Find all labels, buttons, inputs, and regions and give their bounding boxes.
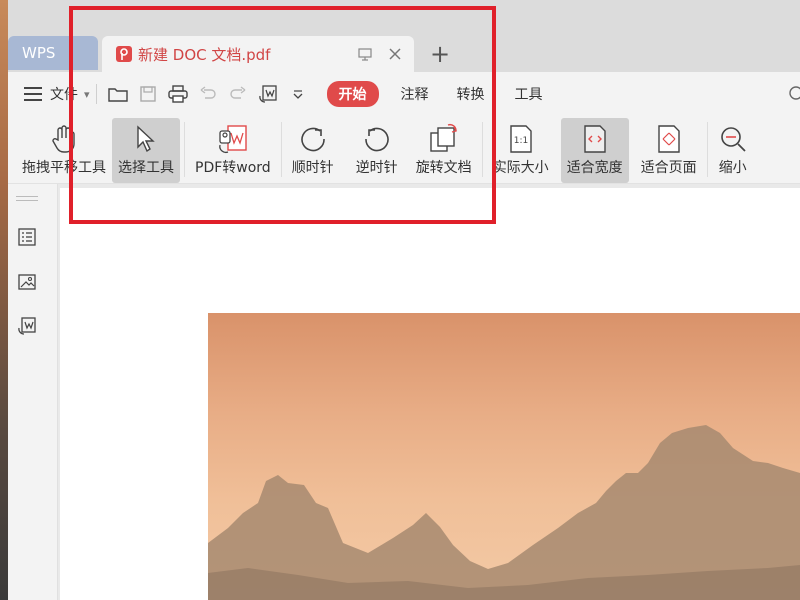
rotate-clockwise-label: 顺时针 bbox=[291, 160, 334, 176]
sidebar-grip[interactable] bbox=[16, 196, 38, 204]
mountain-landscape-image bbox=[208, 313, 800, 600]
tab-convert[interactable]: 转换 bbox=[457, 84, 485, 104]
save-icon[interactable] bbox=[133, 79, 163, 109]
divider bbox=[95, 84, 97, 104]
fit-width-label: 适合宽度 bbox=[566, 160, 623, 176]
rotate-doc-icon bbox=[428, 121, 460, 157]
chevron-down-icon[interactable]: ▾ bbox=[84, 88, 90, 101]
fit-page-icon bbox=[656, 121, 682, 157]
pdf-to-word-label: PDF转word bbox=[195, 160, 271, 176]
pdf-file-icon bbox=[116, 46, 132, 62]
wps-pdf-window: WPS 新建 DOC 文档.pdf + 文件 ▾ 开始 注释 转换 工具 拖拽平… bbox=[8, 0, 800, 600]
pdf-page bbox=[60, 188, 800, 600]
rotate-counterclockwise-button[interactable]: 逆时针 bbox=[350, 118, 404, 183]
document-canvas[interactable] bbox=[58, 184, 800, 600]
hamburger-menu-icon[interactable] bbox=[24, 87, 42, 101]
rotate-clockwise-button[interactable]: 顺时针 bbox=[286, 118, 340, 183]
divider bbox=[481, 122, 483, 177]
pdf-to-word-icon bbox=[216, 121, 250, 157]
search-icon[interactable] bbox=[788, 85, 800, 105]
menu-bar: 文件 ▾ 开始 注释 转换 工具 bbox=[8, 72, 800, 116]
tab-tools[interactable]: 工具 bbox=[515, 84, 543, 104]
rotate-document-label: 旋转文档 bbox=[415, 160, 472, 176]
select-tool-label: 选择工具 bbox=[118, 160, 174, 176]
thumbnail-image-icon[interactable] bbox=[16, 271, 38, 293]
select-tool-button[interactable]: 选择工具 bbox=[112, 118, 180, 183]
zoom-out-button[interactable]: 缩小 bbox=[712, 118, 754, 183]
undo-icon[interactable] bbox=[193, 79, 223, 109]
rotate-counterclockwise-label: 逆时针 bbox=[355, 160, 398, 176]
outline-icon[interactable] bbox=[16, 226, 38, 248]
fit-page-label: 适合页面 bbox=[640, 160, 697, 176]
actual-size-button[interactable]: 1:1 实际大小 bbox=[487, 118, 555, 183]
tab-wps-home[interactable]: WPS bbox=[8, 36, 98, 70]
export-word-icon[interactable] bbox=[253, 79, 283, 109]
divider bbox=[184, 122, 185, 177]
ribbon-toolbar: 拖拽平移工具 选择工具 PDF转word 顺时针 逆时针 旋转文档 1:1 实际… bbox=[8, 116, 800, 184]
tab-bar: WPS 新建 DOC 文档.pdf + bbox=[8, 0, 800, 72]
actual-size-icon: 1:1 bbox=[508, 121, 534, 157]
hand-icon bbox=[51, 121, 77, 157]
fit-page-button[interactable]: 适合页面 bbox=[635, 118, 703, 183]
desktop-background bbox=[0, 0, 8, 600]
left-sidebar bbox=[8, 184, 58, 600]
fit-width-icon bbox=[582, 121, 608, 157]
hand-tool-button[interactable]: 拖拽平移工具 bbox=[16, 118, 112, 183]
rotate-ccw-icon bbox=[362, 121, 392, 157]
wps-tab-label: WPS bbox=[22, 44, 56, 62]
rotate-document-button[interactable]: 旋转文档 bbox=[410, 118, 478, 183]
document-tab-title: 新建 DOC 文档.pdf bbox=[138, 45, 271, 64]
zoom-out-label: 缩小 bbox=[718, 160, 747, 176]
open-folder-icon[interactable] bbox=[103, 79, 133, 109]
svg-text:1:1: 1:1 bbox=[513, 136, 527, 146]
divider bbox=[280, 122, 282, 177]
tab-start[interactable]: 开始 bbox=[326, 81, 379, 107]
redo-icon[interactable] bbox=[223, 79, 253, 109]
more-dropdown-icon[interactable] bbox=[283, 79, 313, 109]
tab-document[interactable]: 新建 DOC 文档.pdf bbox=[102, 36, 414, 72]
divider bbox=[706, 122, 708, 177]
convert-word-icon[interactable] bbox=[16, 315, 38, 337]
pin-window-icon[interactable] bbox=[354, 43, 376, 65]
file-menu[interactable]: 文件 bbox=[50, 84, 78, 104]
rotate-cw-icon bbox=[298, 121, 328, 157]
actual-size-label: 实际大小 bbox=[492, 160, 549, 176]
fit-width-button[interactable]: 适合宽度 bbox=[560, 118, 629, 183]
close-tab-icon[interactable] bbox=[384, 43, 406, 65]
zoom-out-icon bbox=[718, 121, 748, 157]
cursor-icon bbox=[135, 121, 157, 157]
hand-tool-label: 拖拽平移工具 bbox=[22, 160, 106, 176]
new-tab-button[interactable]: + bbox=[426, 40, 454, 68]
print-icon[interactable] bbox=[163, 79, 193, 109]
plus-icon: + bbox=[429, 40, 451, 68]
tab-annotate[interactable]: 注释 bbox=[401, 84, 429, 104]
pdf-to-word-button[interactable]: PDF转word bbox=[189, 118, 277, 183]
